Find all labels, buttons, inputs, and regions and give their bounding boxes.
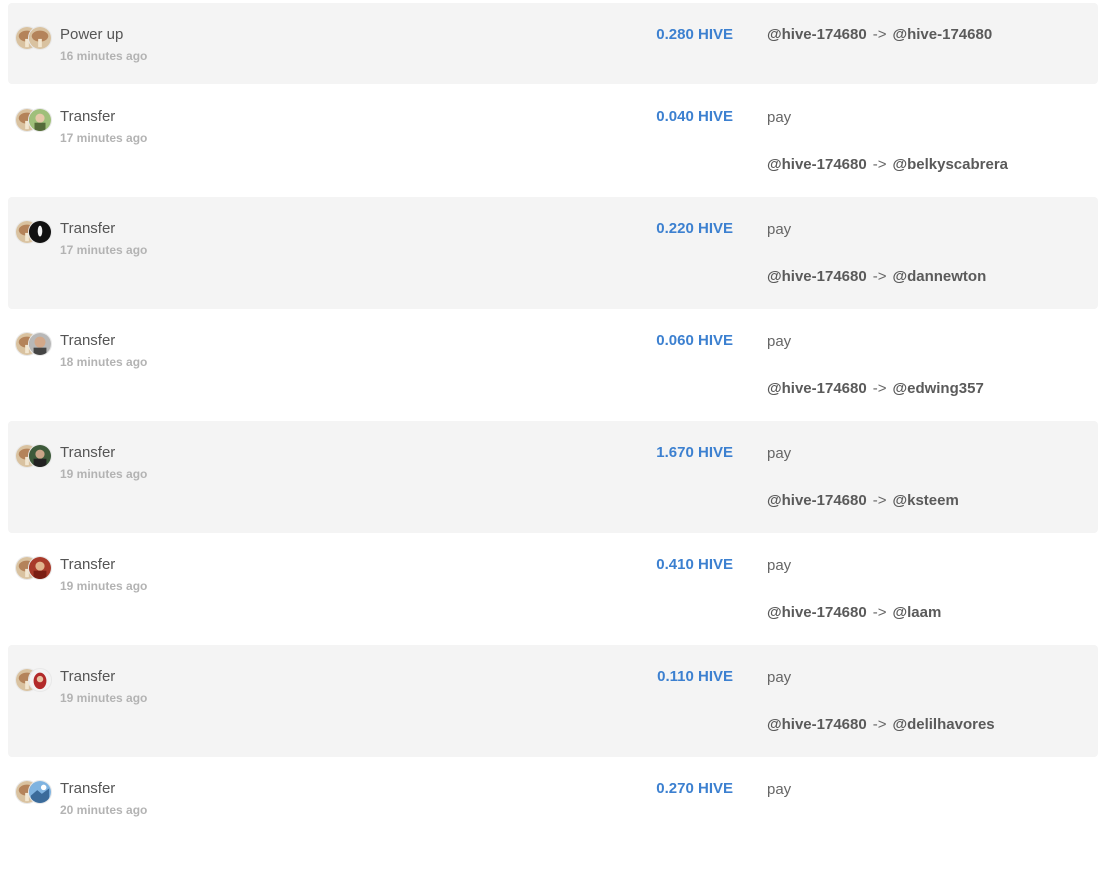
to-account-link[interactable]: @dannewton bbox=[892, 268, 986, 285]
avatar-group[interactable] bbox=[15, 444, 55, 470]
avatar-receiver[interactable] bbox=[28, 26, 52, 50]
operation-memo: pay bbox=[767, 109, 792, 126]
operation-timestamp: 19 minutes ago bbox=[60, 579, 148, 593]
operation-route: @hive-174680 -> @belkyscabrera bbox=[767, 156, 1008, 173]
operation-route: @hive-174680 -> @laam bbox=[767, 604, 941, 621]
operation-row: Transfer 19 minutes ago 1.670 HIVE pay @hive… bbox=[8, 421, 1098, 533]
operation-timestamp: 19 minutes ago bbox=[60, 467, 148, 481]
operation-row: Transfer 19 minutes ago 0.110 HIVE pay @hive… bbox=[8, 645, 1098, 757]
avatar-receiver[interactable] bbox=[28, 108, 52, 132]
to-account-link[interactable]: @belkyscabrera bbox=[892, 156, 1008, 173]
route-arrow: -> bbox=[872, 492, 887, 509]
operation-type: Transfer bbox=[60, 220, 116, 237]
operation-timestamp: 17 minutes ago bbox=[60, 131, 148, 145]
operation-row: Transfer 19 minutes ago 0.410 HIVE pay @hive… bbox=[8, 533, 1098, 645]
route-arrow: -> bbox=[872, 26, 887, 43]
operation-amount: 0.280 HIVE bbox=[656, 26, 733, 43]
operation-row: Transfer 17 minutes ago 0.040 HIVE pay @hive… bbox=[8, 85, 1098, 197]
operation-type: Transfer bbox=[60, 556, 116, 573]
operation-type: Transfer bbox=[60, 668, 116, 685]
operation-route: @hive-174680 -> @edwing357 bbox=[767, 380, 984, 397]
operation-type: Power up bbox=[60, 26, 124, 43]
operation-route: @hive-174680 -> @hive-174680 bbox=[767, 26, 992, 43]
operation-timestamp: 19 minutes ago bbox=[60, 691, 148, 705]
operation-type: Transfer bbox=[60, 444, 116, 461]
avatar-receiver[interactable] bbox=[28, 444, 52, 468]
from-account-link[interactable]: @hive-174680 bbox=[767, 604, 867, 621]
operation-amount: 0.410 HIVE bbox=[656, 556, 733, 573]
to-account-link[interactable]: @hive-174680 bbox=[892, 26, 992, 43]
operation-timestamp: 18 minutes ago bbox=[60, 355, 148, 369]
operation-amount: 1.670 HIVE bbox=[656, 444, 733, 461]
avatar-receiver[interactable] bbox=[28, 668, 52, 692]
operation-amount: 0.040 HIVE bbox=[656, 108, 733, 125]
operation-memo: pay bbox=[767, 445, 792, 462]
operation-memo: pay bbox=[767, 781, 792, 798]
avatar-group[interactable] bbox=[15, 108, 55, 134]
operation-type: Transfer bbox=[60, 780, 116, 797]
operation-memo: pay bbox=[767, 333, 792, 350]
avatar-group[interactable] bbox=[15, 332, 55, 358]
avatar-receiver[interactable] bbox=[28, 332, 52, 356]
to-account-link[interactable]: @edwing357 bbox=[892, 380, 983, 397]
operation-memo: pay bbox=[767, 221, 792, 238]
from-account-link[interactable]: @hive-174680 bbox=[767, 492, 867, 509]
operation-amount: 0.220 HIVE bbox=[656, 220, 733, 237]
avatar-receiver[interactable] bbox=[28, 556, 52, 580]
operation-type: Transfer bbox=[60, 332, 116, 349]
operation-timestamp: 16 minutes ago bbox=[60, 49, 148, 63]
operation-row: Transfer 20 minutes ago 0.270 HIVE pay bbox=[8, 757, 1098, 869]
from-account-link[interactable]: @hive-174680 bbox=[767, 268, 867, 285]
operation-route: @hive-174680 -> @dannewton bbox=[767, 268, 986, 285]
operation-amount: 0.060 HIVE bbox=[656, 332, 733, 349]
operation-amount: 0.270 HIVE bbox=[656, 780, 733, 797]
operation-row: Power up 16 minutes ago 0.280 HIVE @hive-17… bbox=[8, 3, 1098, 84]
operation-route: @hive-174680 -> @delilhavores bbox=[767, 716, 995, 733]
avatar-group[interactable] bbox=[15, 220, 55, 246]
avatar-receiver[interactable] bbox=[28, 220, 52, 244]
operation-route: @hive-174680 -> @ksteem bbox=[767, 492, 959, 509]
route-arrow: -> bbox=[872, 268, 887, 285]
avatar-group[interactable] bbox=[15, 780, 55, 806]
from-account-link[interactable]: @hive-174680 bbox=[767, 156, 867, 173]
operation-memo: pay bbox=[767, 669, 792, 686]
route-arrow: -> bbox=[872, 716, 887, 733]
avatar-group[interactable] bbox=[15, 26, 55, 52]
avatar-group[interactable] bbox=[15, 556, 55, 582]
operation-memo: pay bbox=[767, 557, 792, 574]
from-account-link[interactable]: @hive-174680 bbox=[767, 716, 867, 733]
avatar-group[interactable] bbox=[15, 668, 55, 694]
route-arrow: -> bbox=[872, 380, 887, 397]
operation-row: Transfer 18 minutes ago 0.060 HIVE pay @hive… bbox=[8, 309, 1098, 421]
operation-amount: 0.110 HIVE bbox=[657, 668, 733, 685]
route-arrow: -> bbox=[872, 156, 887, 173]
route-arrow: -> bbox=[872, 604, 887, 621]
to-account-link[interactable]: @delilhavores bbox=[892, 716, 994, 733]
to-account-link[interactable]: @laam bbox=[892, 604, 941, 621]
operation-timestamp: 17 minutes ago bbox=[60, 243, 148, 257]
operation-type: Transfer bbox=[60, 108, 116, 125]
from-account-link[interactable]: @hive-174680 bbox=[767, 380, 867, 397]
to-account-link[interactable]: @ksteem bbox=[892, 492, 958, 509]
operation-row: Transfer 17 minutes ago 0.220 HIVE pay @hive… bbox=[8, 197, 1098, 309]
from-account-link[interactable]: @hive-174680 bbox=[767, 26, 867, 43]
avatar-receiver[interactable] bbox=[28, 780, 52, 804]
